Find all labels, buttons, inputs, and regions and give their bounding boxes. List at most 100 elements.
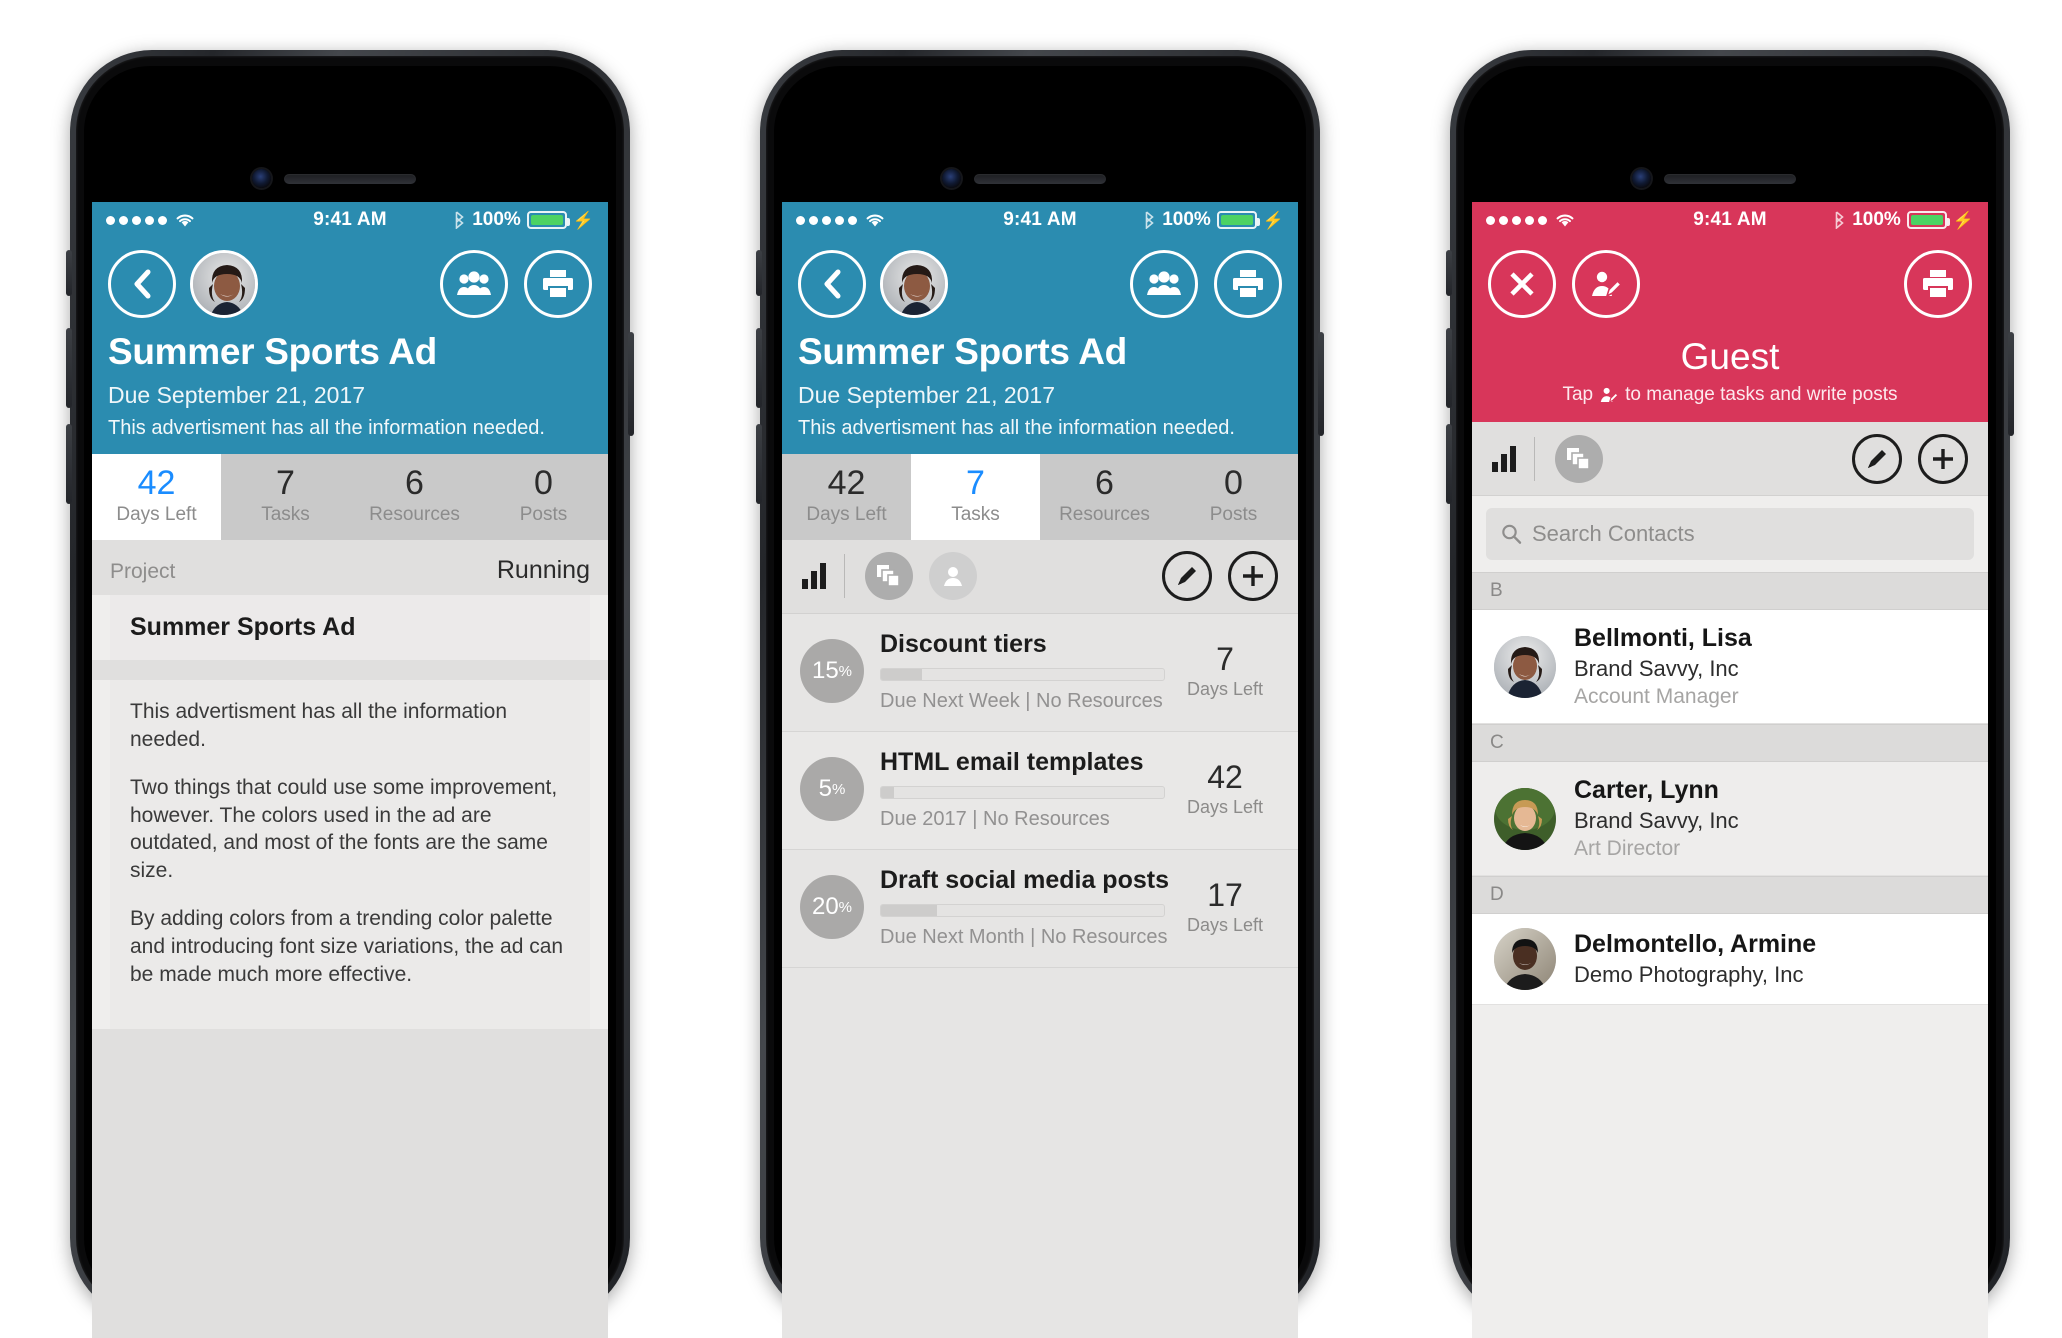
edit-button[interactable] [1162,551,1212,602]
project-notes[interactable]: This advertisment has all the informatio… [110,679,590,1030]
section-letter: D [1472,876,1988,914]
tab-label: Resources [1059,503,1150,525]
team-button[interactable] [440,250,508,318]
tab-resources[interactable]: 6 Resources [350,454,479,540]
card-stack-glyph [1567,447,1590,470]
tab-days-left[interactable]: 42 Days Left [782,454,911,540]
back-button[interactable] [108,250,176,318]
status-right: 100% ⚡ [453,209,594,231]
project-description: This advertisment has all the informatio… [798,416,1235,439]
progress-value: 15 [811,657,839,685]
phone-device-1: 9:41 AM 100% ⚡ Summer Sports Ad Due Sept… [66,50,634,1338]
volume-up-button[interactable] [1446,328,1452,408]
print-button[interactable] [1904,250,1972,318]
phone3-screen: 9:41 AM 100% ⚡ Guest Tap to manage tasks… [1472,202,1988,1338]
contact-org: Brand Savvy, Inc [1574,808,1739,833]
print-button[interactable] [524,250,592,318]
task-meta: Due 2017 | No Resources [880,807,1110,830]
bar-chart-icon[interactable] [1492,445,1516,472]
edit-button[interactable] [1852,433,1902,484]
tab-days-left[interactable]: 42 Days Left [92,453,221,540]
progress-badge: 15% [800,639,864,704]
volume-down-button[interactable] [1446,424,1452,504]
progress-bar [880,667,1165,681]
mute-switch[interactable] [66,250,72,296]
volume-down-button[interactable] [756,424,762,504]
note-paragraph: This advertisment has all the informatio… [130,699,508,751]
volume-up-button[interactable] [756,328,762,408]
tab-resources[interactable]: 6 Resources [1040,454,1169,540]
search-input[interactable]: Search Contacts [1486,508,1974,560]
progress-unit: % [832,780,846,798]
team-button[interactable] [1130,250,1198,318]
project-due-date: Due September 21, 2017 [798,381,1056,408]
manage-guest-button[interactable] [1572,250,1640,318]
print-button[interactable] [1214,250,1282,318]
back-button[interactable] [798,250,866,318]
guest-header: Guest Tap to manage tasks and write post… [1472,238,1988,422]
project-header-2: Summer Sports Ad Due September 21, 2017 … [782,238,1298,454]
days-value: 17 [1207,877,1243,914]
mute-switch[interactable] [1446,250,1452,296]
contacts-list: B Bellmonti, Lisa Brand Savvy, Inc Accou… [1472,572,1988,1005]
tab-posts[interactable]: 0 Posts [1169,454,1298,540]
tab-label: Resources [369,503,460,525]
person-icon[interactable] [929,552,977,601]
add-button[interactable] [1918,433,1968,484]
add-button[interactable] [1228,551,1278,602]
content-background [782,967,1298,1338]
project-header-1: Summer Sports Ad Due September 21, 2017 … [92,238,608,454]
status-right: 100% ⚡ [1143,209,1284,231]
table-row[interactable]: 20% Draft social media posts Due Next Mo… [782,849,1298,968]
days-label: Days Left [1186,797,1264,818]
volume-up-button[interactable] [66,328,72,408]
list-item[interactable]: Bellmonti, Lisa Brand Savvy, Inc Account… [1472,610,1988,724]
phone2-screen: 9:41 AM 100% ⚡ Summer Sports Ad Due Sept… [782,202,1298,1338]
tab-label: Posts [1209,503,1258,525]
user-avatar [883,253,945,315]
card-stack-icon[interactable] [1555,434,1603,483]
table-row[interactable]: 5% HTML email templates Due 2017 | No Re… [782,731,1298,850]
table-row[interactable]: 15% Discount tiers Due Next Week | No Re… [782,613,1298,732]
avatar[interactable] [190,250,258,318]
tab-value: 0 [1224,463,1243,502]
page-title: Summer Sports Ad [108,331,437,372]
project-name-field[interactable]: Summer Sports Ad [110,594,590,660]
task-main: Discount tiers Due Next Week | No Resour… [880,630,1170,713]
divider [1534,436,1535,481]
list-item[interactable]: Delmontello, Armine Demo Photography, In… [1472,914,1988,1005]
tab-posts[interactable]: 0 Posts [479,454,608,540]
battery-icon [1906,211,1950,229]
contact-role: Account Manager [1574,685,1739,708]
tab-tasks[interactable]: 7 Tasks [911,453,1040,540]
tab-label: Tasks [951,503,1000,525]
tab-tasks[interactable]: 7 Tasks [221,454,350,540]
group-people-icon [457,271,491,295]
earpiece-speaker [284,174,416,184]
card-stack-icon[interactable] [865,552,913,601]
task-main: Draft social media posts Due Next Month … [880,866,1170,949]
power-button[interactable] [628,332,634,436]
earpiece-speaker [1664,174,1796,184]
power-button[interactable] [2008,332,2014,436]
volume-down-button[interactable] [66,424,72,504]
mute-switch[interactable] [756,250,762,296]
close-button[interactable] [1488,250,1556,318]
avatar-lisa [1494,635,1556,698]
task-list: 15% Discount tiers Due Next Week | No Re… [782,613,1298,968]
stats-tabs-2: 42 Days Left 7 Tasks 6 Resources 0 Posts [782,453,1298,540]
battery-percent: 100% [1852,209,1901,230]
avatar[interactable] [880,250,948,318]
plus-add-icon [1933,448,1953,469]
list-item[interactable]: Carter, Lynn Brand Savvy, Inc Art Direct… [1472,762,1988,876]
tab-label: Days Left [116,503,197,525]
contact-text: Carter, Lynn Brand Savvy, Inc Art Direct… [1574,776,1739,861]
avatar [1494,928,1556,990]
printer-icon [1233,270,1263,299]
days-value: 42 [1207,759,1243,796]
task-days: 17 Days Left [1170,877,1280,936]
bar-chart-icon[interactable] [802,563,826,590]
person-edit-icon [1592,271,1623,298]
power-button[interactable] [1318,332,1324,436]
page-title: Summer Sports Ad [798,331,1127,372]
